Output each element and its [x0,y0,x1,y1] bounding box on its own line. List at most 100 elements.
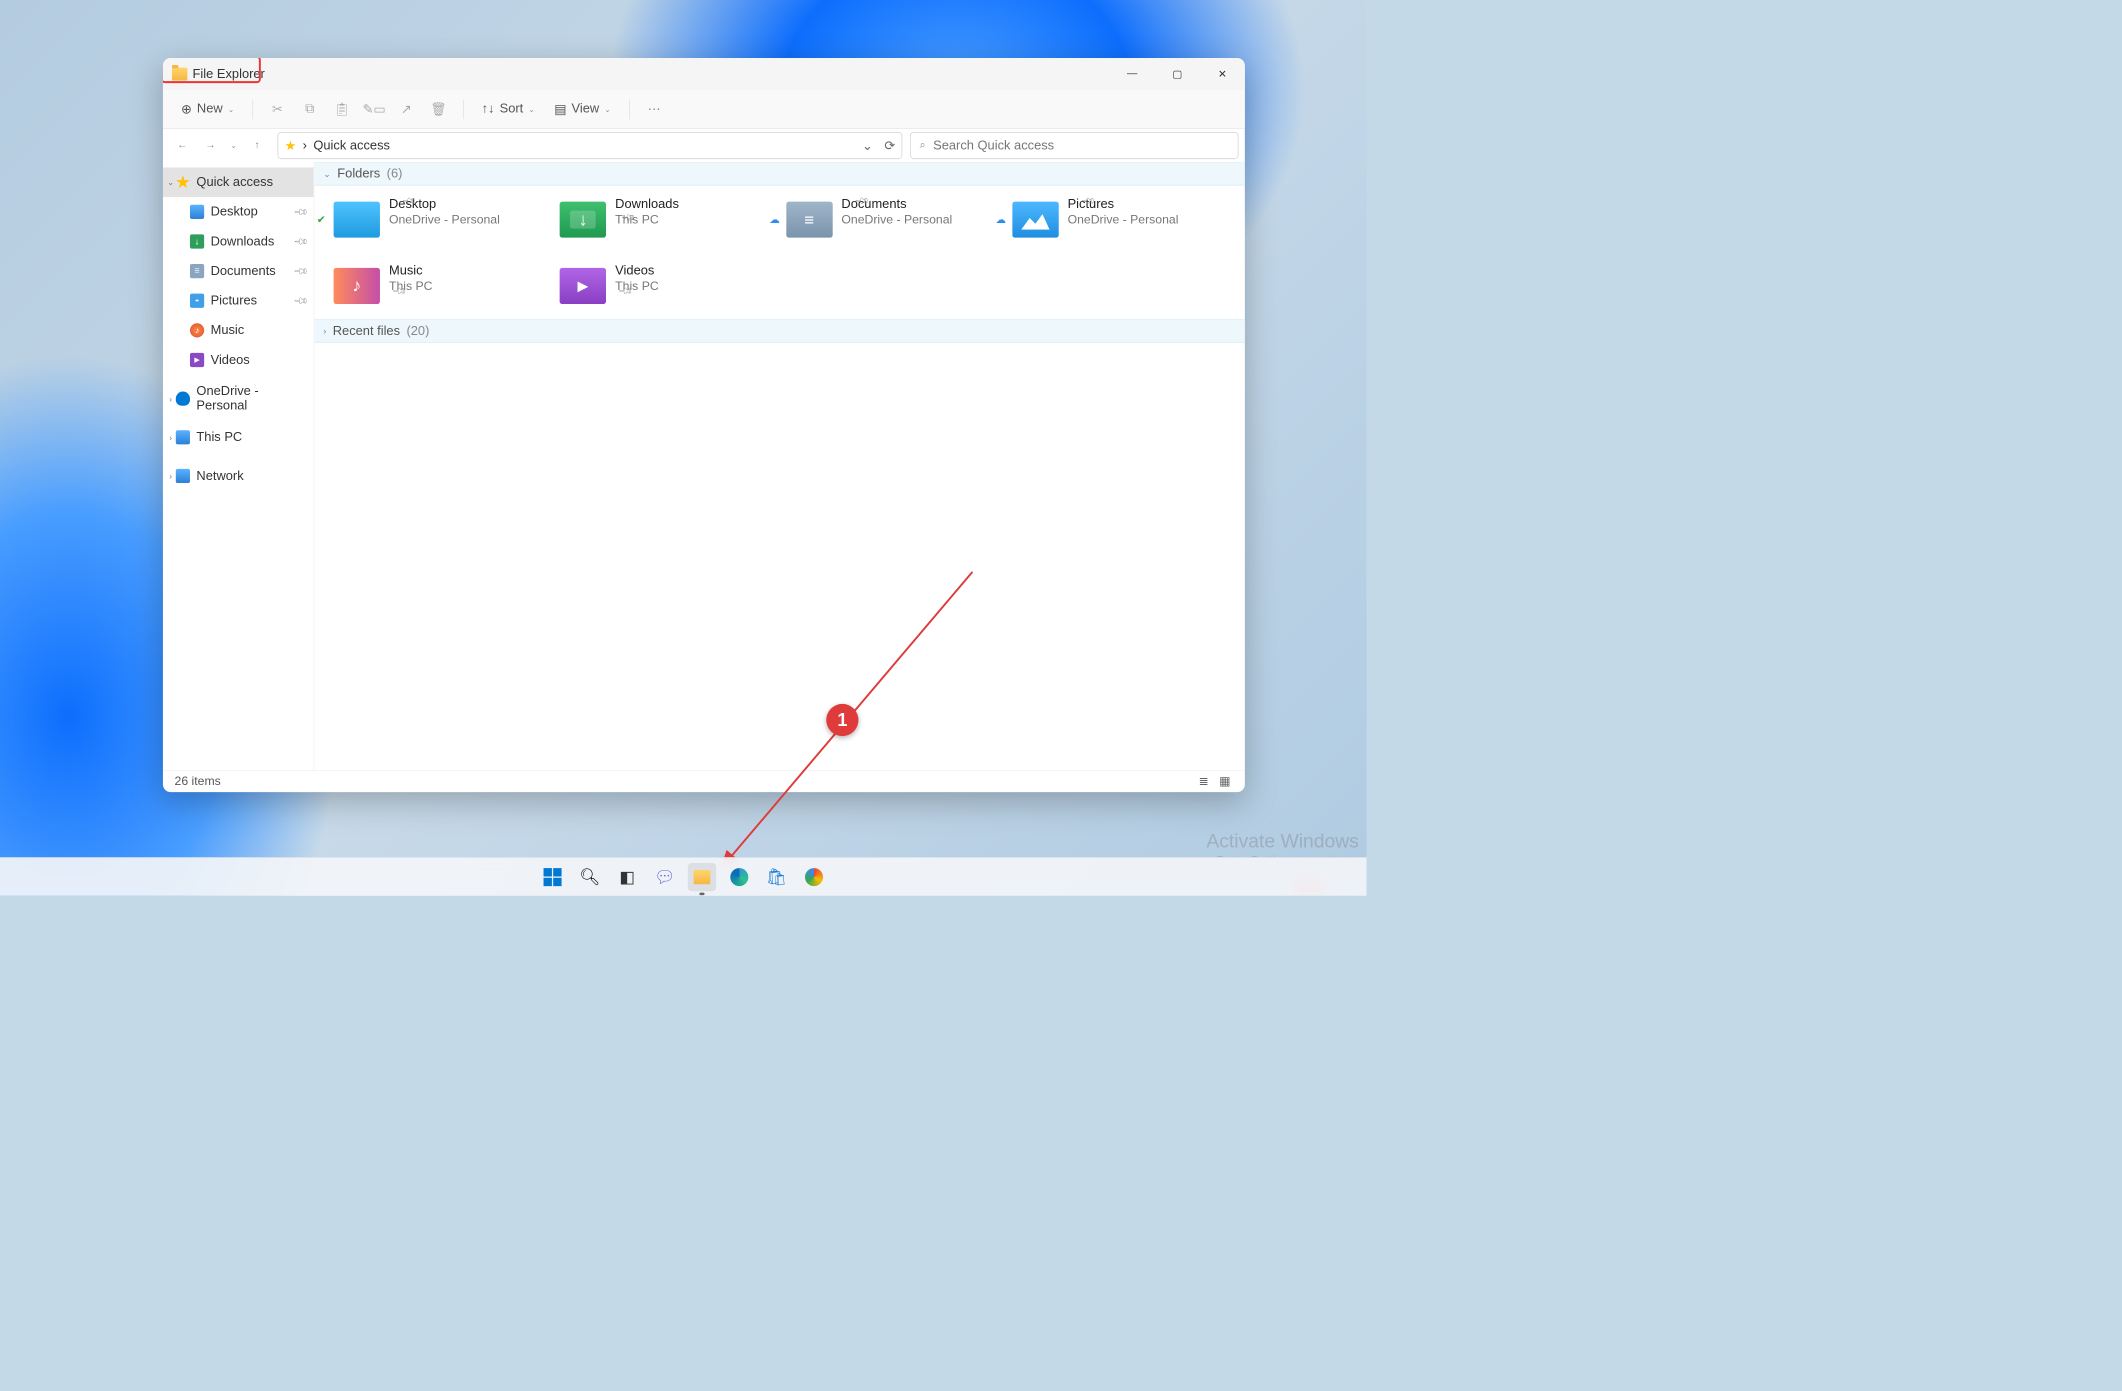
trash-icon: 🗑︎ [430,101,446,117]
taskbar-taskview[interactable]: ◧ [613,863,641,891]
desk-icon [190,205,204,219]
chevron-right-icon: › [323,326,326,336]
view-button[interactable]: ▤ View ⌄ [546,96,618,122]
plus-icon: ⊕ [181,101,192,117]
arrow-up-icon: ↑ [254,140,259,152]
folder-tile-videos[interactable]: VideosThis PC📌︎ [560,263,773,307]
expander-icon[interactable]: › [166,394,176,404]
chat-icon: 💬︎ [655,867,674,886]
sort-icon: ↑↓ [482,102,495,117]
folder-tile-pictures[interactable]: ☁PicturesOneDrive - Personal📌︎ [1012,197,1225,241]
thumbnails-view-button[interactable]: ▦ [1217,773,1234,790]
folder-icon [560,268,606,304]
sidebar-item-desktop[interactable]: Desktop📌︎ [163,197,314,227]
cloud-icon: ☁ [995,213,1005,226]
file-explorer-window: File Explorer — ▢ ✕ ⊕ New ⌄ ✂ ⧉ 📋︎ [163,58,1245,792]
tile-location: OneDrive - Personal [1068,213,1179,227]
paste-button[interactable]: 📋︎ [328,96,356,122]
separator [463,99,464,118]
close-button[interactable]: ✕ [1200,58,1245,90]
more-icon: ⋯ [648,101,661,117]
sidebar-item-videos[interactable]: Videos [163,345,314,375]
separator [252,99,253,118]
group-label: Recent files [333,324,400,339]
star-icon: ★ [285,137,297,153]
taskbar-start[interactable] [538,863,566,891]
search-box[interactable]: ⌕ [910,132,1238,159]
group-header-recent[interactable]: › Recent files (20) [314,319,1245,342]
expander-icon[interactable]: ⌄ [166,177,176,187]
more-button[interactable]: ⋯ [640,96,668,122]
sort-button[interactable]: ↑↓ Sort ⌄ [474,96,543,122]
sidebar-item-documents[interactable]: Documents 📌︎ [163,256,314,286]
recent-dropdown[interactable]: ⌄ [226,133,241,159]
copy-button[interactable]: ⧉ [295,96,323,122]
folder-tile-desktop[interactable]: ✔DesktopOneDrive - Personal📌︎ [334,197,547,241]
taskbar-search[interactable]: 🔍︎ [576,863,604,891]
pc-icon [176,430,190,444]
pin-icon: 📌︎ [293,263,310,280]
minimize-button[interactable]: — [1110,58,1155,90]
folder-tile-documents[interactable]: ☁DocumentsOneDrive - Personal📌︎ [786,197,999,241]
sidebar-item-music[interactable]: Music [163,316,314,346]
cloud-icon: ☁ [769,213,779,226]
sidebar-item-label: Documents [211,264,276,279]
share-icon: ↗ [401,101,412,117]
refresh-button[interactable]: ⟳ [884,137,895,153]
breadcrumb-path[interactable]: Quick access [313,138,390,153]
sidebar-item-label: Videos [211,353,250,368]
navigation-row: ← → ⌄ ↑ ★ › Quick access ⌄ ⟳ ⌕ [163,129,1245,162]
sidebar-item-quick-access[interactable]: ⌄Quick access [163,167,314,197]
sidebar-item-label: Network [196,469,243,484]
folder-tile-music[interactable]: MusicThis PC📌︎ [334,263,547,307]
watermark-title: Activate Windows [1206,830,1358,853]
sidebar-item-pictures[interactable]: Pictures📌︎ [163,286,314,316]
folder-icon [692,867,711,886]
delete-button[interactable]: 🗑︎ [424,96,452,122]
back-button[interactable]: ← [169,133,195,159]
tile-location: OneDrive - Personal [841,213,952,227]
sidebar-item-this-pc[interactable]: ›This PC [163,422,314,452]
sidebar-item-downloads[interactable]: Downloads📌︎ [163,227,314,257]
copy-icon: ⧉ [305,102,314,117]
new-button[interactable]: ⊕ New ⌄ [173,96,242,122]
new-label: New [197,102,223,117]
taskbar-edge[interactable] [725,863,753,891]
forward-button[interactable]: → [198,133,224,159]
star-icon [176,175,190,189]
sidebar-item-label: Music [211,323,245,338]
address-bar[interactable]: ★ › Quick access ⌄ ⟳ [278,132,903,159]
taskbar-browser[interactable] [800,863,828,891]
group-header-folders[interactable]: ⌄ Folders (6) [314,162,1245,185]
sidebar-item-onedrive-personal[interactable]: ›OneDrive - Personal [163,384,314,414]
od-icon [176,392,190,406]
expander-icon[interactable]: › [166,432,176,442]
sidebar-item-network[interactable]: › Network [163,461,314,491]
expander-icon[interactable]: › [166,471,176,481]
net-icon [176,469,190,483]
scissors-icon: ✂ [272,101,283,117]
chevron-down-icon: ⌄ [528,105,534,114]
taskbar-explorer[interactable] [688,863,716,891]
folder-tile-downloads[interactable]: DownloadsThis PC📌︎ [560,197,773,241]
folder-icon [1012,201,1058,237]
maximize-button[interactable]: ▢ [1155,58,1200,90]
search-input[interactable] [933,138,1229,153]
separator [629,99,630,118]
browser-icon [805,868,823,886]
taskbar-store[interactable]: 🛍︎ [762,863,790,891]
titlebar[interactable]: File Explorer — ▢ ✕ [163,58,1245,90]
rename-button[interactable]: ✎▭ [360,96,388,122]
store-icon: 🛍︎ [767,867,786,886]
cut-button[interactable]: ✂ [263,96,291,122]
view-icon: ▤ [554,101,566,117]
share-button[interactable]: ↗ [392,96,420,122]
details-view-button[interactable]: ≣ [1196,773,1211,790]
taskbar-chat[interactable]: 💬︎ [650,863,678,891]
taskbar[interactable]: 🔍︎ ◧ 💬︎ 🛍︎ [0,857,1367,896]
folder-icon [334,201,380,237]
view-label: View [572,102,600,117]
address-dropdown[interactable]: ⌄ [862,137,873,153]
up-button[interactable]: ↑ [244,133,270,159]
pics-icon [190,294,204,308]
